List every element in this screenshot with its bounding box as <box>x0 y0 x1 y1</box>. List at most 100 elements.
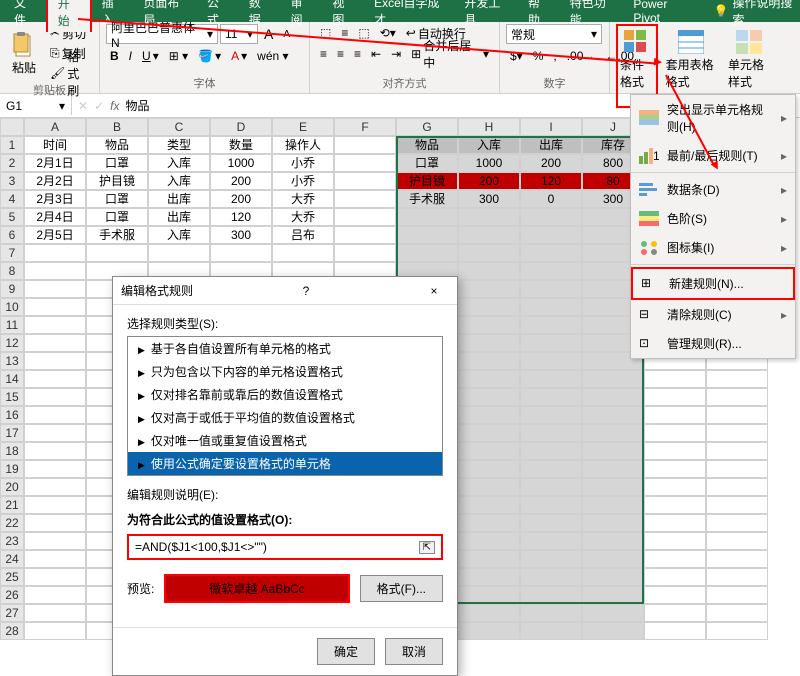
cell[interactable] <box>334 190 396 208</box>
orientation-button[interactable]: ⟲▾ <box>376 24 400 42</box>
row-header[interactable]: 13 <box>0 352 24 370</box>
cell[interactable]: 大乔 <box>272 208 334 226</box>
cell[interactable]: 数量 <box>210 136 272 154</box>
cell[interactable]: 吕布 <box>272 226 334 244</box>
cell[interactable] <box>582 442 644 460</box>
row-header[interactable]: 7 <box>0 244 24 262</box>
cell[interactable] <box>458 388 520 406</box>
cell[interactable] <box>458 622 520 640</box>
cell[interactable] <box>24 280 86 298</box>
format-button[interactable]: 格式(F)... <box>360 575 443 602</box>
cell[interactable] <box>24 478 86 496</box>
cell[interactable] <box>582 568 644 586</box>
col-header[interactable]: D <box>210 118 272 136</box>
cell[interactable] <box>458 208 520 226</box>
cell[interactable]: 200 <box>210 172 272 190</box>
indent-decrease-button[interactable]: ⇤ <box>367 45 385 63</box>
cell[interactable]: 1000 <box>458 154 520 172</box>
cell[interactable] <box>520 406 582 424</box>
cell[interactable] <box>706 586 768 604</box>
cell[interactable] <box>520 532 582 550</box>
cell[interactable] <box>520 316 582 334</box>
rule-type-option[interactable]: 仅对排名靠前或靠后的数值设置格式 <box>128 383 442 406</box>
cell[interactable] <box>458 406 520 424</box>
cell[interactable] <box>458 226 520 244</box>
cell[interactable] <box>334 208 396 226</box>
cell[interactable]: 操作人 <box>272 136 334 154</box>
cell[interactable] <box>644 496 706 514</box>
cell[interactable] <box>644 460 706 478</box>
cell[interactable] <box>520 550 582 568</box>
cf-new-rule[interactable]: ⊞新建规则(N)... <box>631 267 795 300</box>
cell[interactable] <box>458 244 520 262</box>
cell[interactable]: 200 <box>210 190 272 208</box>
formula-input[interactable]: =AND($J1<100,$J1<>"") ⇱ <box>127 534 443 560</box>
row-header[interactable]: 28 <box>0 622 24 640</box>
row-header[interactable]: 18 <box>0 442 24 460</box>
cell[interactable] <box>24 334 86 352</box>
cell[interactable]: 300 <box>210 226 272 244</box>
cell[interactable] <box>582 406 644 424</box>
cell[interactable] <box>24 496 86 514</box>
row-header[interactable]: 21 <box>0 496 24 514</box>
cell[interactable]: 300 <box>458 190 520 208</box>
cell[interactable] <box>644 550 706 568</box>
cell[interactable] <box>644 514 706 532</box>
cell[interactable] <box>458 442 520 460</box>
cell[interactable] <box>24 550 86 568</box>
cell[interactable] <box>334 154 396 172</box>
cell[interactable]: 时间 <box>24 136 86 154</box>
cancel-icon[interactable]: ✕ <box>78 99 88 113</box>
cell[interactable] <box>24 352 86 370</box>
cell[interactable] <box>396 226 458 244</box>
cell[interactable] <box>706 478 768 496</box>
cell[interactable] <box>520 568 582 586</box>
cell[interactable] <box>24 388 86 406</box>
cell[interactable] <box>706 514 768 532</box>
cell[interactable] <box>458 316 520 334</box>
rule-type-option[interactable]: 使用公式确定要设置格式的单元格 <box>128 452 442 475</box>
cell[interactable] <box>644 406 706 424</box>
row-header[interactable]: 6 <box>0 226 24 244</box>
ok-button[interactable]: 确定 <box>317 638 375 665</box>
cell[interactable] <box>706 604 768 622</box>
percent-button[interactable]: % <box>529 47 548 65</box>
cell[interactable] <box>520 370 582 388</box>
row-header[interactable]: 11 <box>0 316 24 334</box>
cell[interactable]: 护目镜 <box>86 172 148 190</box>
fill-color-button[interactable]: 🪣▾ <box>194 47 225 65</box>
cell[interactable] <box>706 568 768 586</box>
row-header[interactable]: 23 <box>0 532 24 550</box>
cell[interactable] <box>644 604 706 622</box>
phonetic-button[interactable]: wén ▾ <box>253 47 292 65</box>
row-header[interactable]: 15 <box>0 388 24 406</box>
row-header[interactable]: 14 <box>0 370 24 388</box>
row-header[interactable]: 2 <box>0 154 24 172</box>
row-header[interactable]: 10 <box>0 298 24 316</box>
cell[interactable] <box>706 424 768 442</box>
row-header[interactable]: 24 <box>0 550 24 568</box>
cell[interactable] <box>644 424 706 442</box>
cell[interactable] <box>582 514 644 532</box>
cell[interactable] <box>582 496 644 514</box>
cell[interactable] <box>24 568 86 586</box>
cell[interactable] <box>582 478 644 496</box>
format-painter-button[interactable]: 🖌格式刷 <box>46 64 93 82</box>
formula-bar[interactable]: 物品 <box>125 97 149 114</box>
cell[interactable] <box>458 460 520 478</box>
cf-manage-rules[interactable]: ⊡管理规则(R)... <box>631 329 795 358</box>
cell[interactable] <box>706 406 768 424</box>
row-header[interactable]: 16 <box>0 406 24 424</box>
cell[interactable] <box>706 532 768 550</box>
cell[interactable] <box>706 622 768 640</box>
cell[interactable] <box>148 244 210 262</box>
row-header[interactable]: 17 <box>0 424 24 442</box>
cell[interactable] <box>24 298 86 316</box>
cell[interactable] <box>24 424 86 442</box>
row-header[interactable]: 26 <box>0 586 24 604</box>
cell[interactable]: 入库 <box>148 226 210 244</box>
cell[interactable]: 口罩 <box>86 208 148 226</box>
underline-button[interactable]: U ▾ <box>138 47 163 65</box>
col-header[interactable]: A <box>24 118 86 136</box>
cell[interactable] <box>644 442 706 460</box>
